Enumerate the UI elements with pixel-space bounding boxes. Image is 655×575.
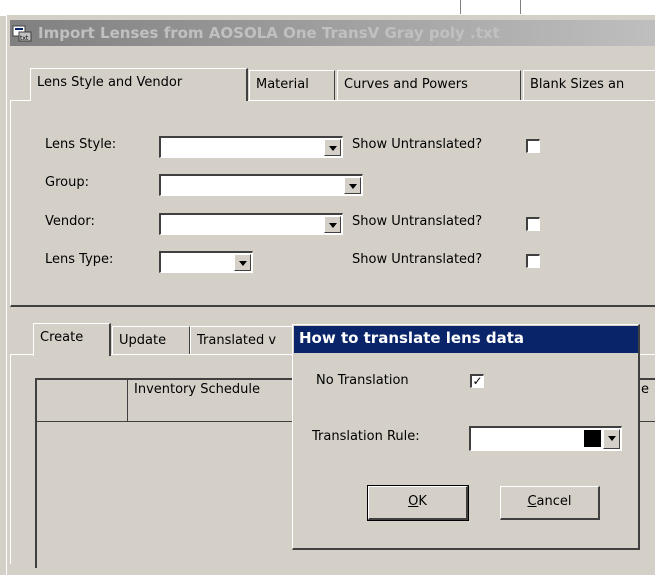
combo-selection-block xyxy=(584,430,601,447)
show-untranslated-label: Show Untranslated? xyxy=(352,252,483,267)
cancel-button[interactable]: Cancel xyxy=(500,486,600,520)
svg-text:txt: txt xyxy=(20,35,29,42)
tab-create[interactable]: Create xyxy=(33,323,111,356)
chevron-down-icon[interactable] xyxy=(324,139,341,156)
show-untranslated-label: Show Untranslated? xyxy=(352,214,483,229)
vendor-untranslated-checkbox[interactable] xyxy=(526,217,540,231)
tab-translated[interactable]: Translated v xyxy=(190,326,298,356)
lens-type-untranslated-checkbox[interactable] xyxy=(526,254,540,268)
tab-curves-and-powers[interactable]: Curves and Powers xyxy=(337,70,521,100)
translation-rule-combo[interactable] xyxy=(469,426,622,451)
vendor-combo[interactable] xyxy=(159,213,343,235)
ok-button[interactable]: OK xyxy=(367,485,469,521)
window-title: Import Lenses from AOSOLA One TransV Gra… xyxy=(38,24,500,42)
chevron-down-icon[interactable] xyxy=(603,429,620,449)
grid-header-truncated[interactable]: e xyxy=(641,382,649,397)
grid-header-inventory-schedule[interactable]: Inventory Schedule xyxy=(134,382,260,397)
checkmark-icon: ✓ xyxy=(472,374,483,388)
lens-style-untranslated-checkbox[interactable] xyxy=(526,139,540,153)
app-icon: txt xyxy=(12,24,32,42)
lens-type-label: Lens Type: xyxy=(45,252,114,267)
lens-style-panel: Lens Style: Show Untranslated? Group: Ve… xyxy=(10,100,655,307)
lens-type-combo[interactable] xyxy=(159,251,253,273)
tab-blank-sizes[interactable]: Blank Sizes an xyxy=(523,70,655,100)
vendor-label: Vendor: xyxy=(45,214,95,229)
lens-style-combo[interactable] xyxy=(159,136,343,158)
lens-style-label: Lens Style: xyxy=(45,137,117,152)
tab-lens-style-vendor[interactable]: Lens Style and Vendor xyxy=(30,68,248,101)
dialog-title: How to translate lens data xyxy=(299,329,525,347)
translation-rule-label: Translation Rule: xyxy=(312,429,420,444)
grid-column-separator[interactable] xyxy=(127,380,128,422)
chevron-down-icon[interactable] xyxy=(344,177,361,194)
group-label: Group: xyxy=(45,175,89,190)
show-untranslated-label: Show Untranslated? xyxy=(352,137,483,152)
no-translation-label: No Translation xyxy=(316,373,409,388)
group-combo[interactable] xyxy=(159,174,363,196)
chevron-down-icon[interactable] xyxy=(324,216,341,233)
tab-update[interactable]: Update xyxy=(112,326,190,356)
chevron-down-icon[interactable] xyxy=(234,254,251,271)
dialog-titlebar: How to translate lens data xyxy=(294,326,638,353)
no-translation-checkbox[interactable]: ✓ xyxy=(470,374,484,388)
tab-material[interactable]: Material xyxy=(249,70,335,100)
